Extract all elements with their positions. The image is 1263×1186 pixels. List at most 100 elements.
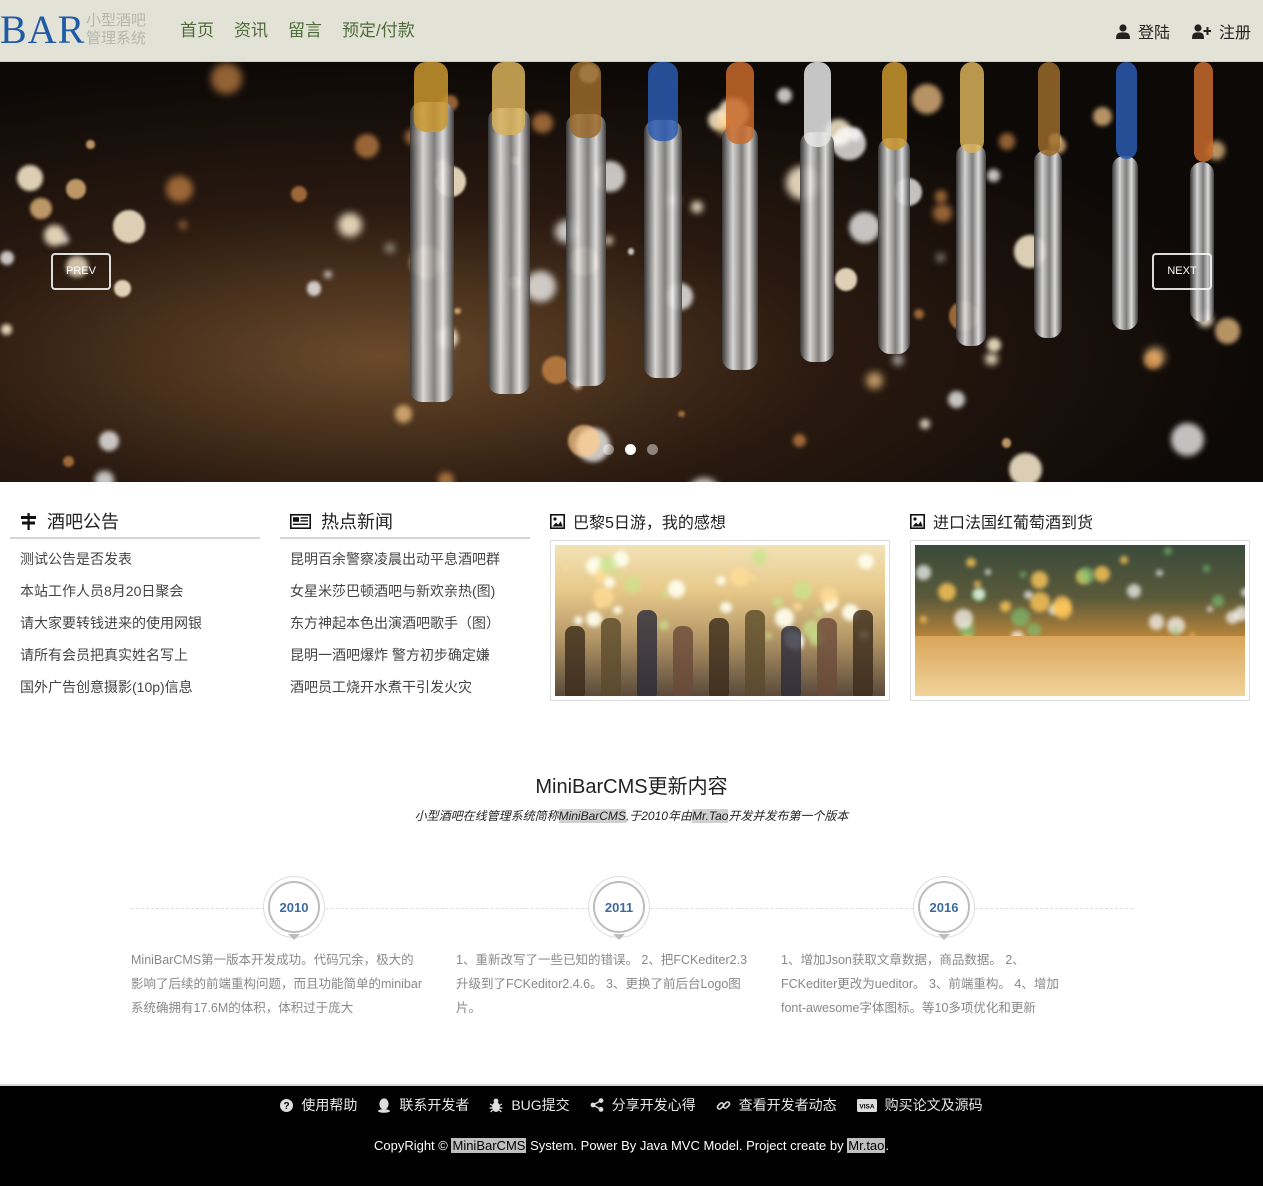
bokeh-light — [1156, 569, 1163, 577]
notice-item[interactable]: 国外广告创意摄影(10p)信息 — [20, 673, 260, 705]
bokeh-light — [1027, 622, 1042, 637]
bokeh-light — [1, 324, 12, 335]
news-item[interactable]: 酒吧员工烧开水煮干引发火灾 — [290, 673, 530, 705]
tap-handle — [570, 62, 601, 138]
bokeh-light — [998, 133, 1016, 151]
timeline-text: 1、重新改写了一些已知的错误。 2、把FCKediter2.3升级到了FCKed… — [456, 953, 748, 1015]
bokeh-light — [394, 405, 413, 423]
user-icon — [1115, 23, 1130, 39]
brand-logo[interactable]: BAR 小型酒吧 管理系统 — [0, 8, 160, 54]
feature-image — [915, 545, 1245, 696]
tap-handle — [882, 62, 907, 150]
nav-home[interactable]: 首页 — [170, 0, 224, 62]
bokeh-light — [688, 477, 721, 482]
year-badge: 2011 — [589, 877, 649, 940]
footer-help-link[interactable]: ? 使用帮助 — [280, 1095, 357, 1115]
bokeh-light — [749, 574, 757, 582]
tap-handle — [1194, 62, 1213, 162]
notice-item[interactable]: 本站工作人员8月20日聚会 — [20, 577, 260, 609]
beer-tap — [722, 126, 758, 370]
newspaper-icon — [290, 513, 311, 529]
nav-news[interactable]: 资讯 — [224, 0, 278, 62]
bottle — [601, 618, 621, 696]
bokeh-light — [953, 608, 974, 629]
login-link[interactable]: 登陆 — [1115, 19, 1170, 43]
news-panel: 热点新闻 昆明百余警察凌晨出动平息酒吧群 女星米莎巴顿酒吧与新欢亲热(图) 东方… — [280, 505, 530, 705]
footer-bug-link[interactable]: BUG提交 — [489, 1095, 570, 1115]
bokeh-light — [166, 175, 194, 203]
register-link[interactable]: 注册 — [1191, 19, 1251, 43]
picture-icon — [550, 513, 565, 529]
news-item[interactable]: 昆明百余警察凌晨出动平息酒吧群 — [290, 545, 530, 577]
bokeh-light — [974, 580, 982, 588]
bokeh-light — [1163, 547, 1172, 556]
bokeh-light — [1212, 594, 1225, 607]
updates-title: MiniBarCMS更新内容 — [535, 776, 728, 798]
year-label: 2010 — [268, 881, 320, 933]
bokeh-light — [720, 601, 732, 614]
bar-counter — [915, 636, 1245, 696]
bokeh-light — [815, 609, 824, 618]
feature-card[interactable]: 巴黎5日游，我的感想 — [550, 506, 890, 701]
carousel-prev-button[interactable]: PREV — [51, 253, 111, 290]
footer-activity-link[interactable]: 查看开发者动态 — [716, 1095, 837, 1115]
bokeh-light — [1094, 566, 1111, 582]
bokeh-light — [44, 225, 65, 246]
bokeh-light — [338, 212, 363, 237]
news-item[interactable]: 昆明一酒吧爆炸 警方初步确定嫌 — [290, 641, 530, 673]
beer-tap — [410, 102, 454, 402]
footer-purchase-link[interactable]: VISA 购买论文及源码 — [856, 1095, 983, 1115]
bokeh-light — [824, 605, 832, 613]
bokeh-light — [1206, 606, 1213, 613]
bokeh-light — [716, 575, 726, 585]
tap-handle — [726, 62, 754, 144]
bokeh-light — [985, 353, 998, 366]
year-badge: 2010 — [264, 877, 324, 940]
bottle — [565, 626, 585, 696]
footer-link-label: BUG提交 — [511, 1097, 570, 1113]
beer-tap — [1034, 150, 1062, 338]
tap-handle — [492, 62, 525, 135]
link-icon — [716, 1100, 731, 1110]
carousel-indicator[interactable] — [647, 444, 658, 455]
carousel-indicators — [603, 444, 669, 455]
bokeh-light — [986, 169, 1000, 183]
bokeh-light — [667, 579, 686, 598]
news-item[interactable]: 女星米莎巴顿酒吧与新欢亲热(图) — [290, 577, 530, 609]
carousel-indicator[interactable] — [603, 444, 614, 455]
bokeh-light — [834, 268, 858, 291]
bokeh-light — [774, 608, 794, 628]
timeline-text: 1、增加Json获取文章数据，商品数据。 2、FCKediter更改为uedit… — [781, 953, 1059, 1015]
bokeh-light — [933, 203, 952, 223]
bokeh-light — [586, 610, 603, 627]
carousel-indicator[interactable] — [625, 444, 636, 455]
bokeh-light — [848, 212, 880, 244]
footer: ? 使用帮助 联系开发者 BUG提交 分享开发心得 查看开发者动态 VISA 购… — [0, 1084, 1263, 1186]
register-label: 注册 — [1218, 25, 1251, 42]
bokeh-light — [966, 557, 977, 568]
bokeh-light — [1214, 317, 1241, 344]
brand-subtitle: 小型酒吧 管理系统 — [86, 12, 146, 48]
bokeh-light — [0, 251, 14, 266]
feature-image — [555, 545, 885, 696]
footer-link-label: 分享开发心得 — [611, 1097, 696, 1113]
footer-contact-link[interactable]: 联系开发者 — [377, 1095, 469, 1115]
notice-item[interactable]: 请大家要转钱进来的使用网银 — [20, 609, 260, 641]
nav-messages[interactable]: 留言 — [278, 0, 332, 62]
footer-share-link[interactable]: 分享开发心得 — [590, 1095, 696, 1115]
notice-panel: 酒吧公告 测试公告是否发表 本站工作人员8月20日聚会 请大家要转钱进来的使用网… — [10, 505, 260, 705]
feature-card[interactable]: 进口法国红葡萄酒到货 — [910, 506, 1250, 701]
news-item[interactable]: 东方神起本色出演酒吧歌手（图） — [290, 609, 530, 641]
bokeh-light — [920, 616, 927, 624]
footer-link-label: 查看开发者动态 — [738, 1097, 837, 1113]
login-label: 登陆 — [1137, 25, 1170, 42]
timeline-text: MiniBarCMS第一版本开发成功。代码冗余，极大的影响了后续的前端重构问题，… — [131, 953, 422, 1015]
notice-item[interactable]: 请所有会员把真实姓名写上 — [20, 641, 260, 673]
notice-item[interactable]: 测试公告是否发表 — [20, 545, 260, 577]
main-nav: 首页 资讯 留言 预定/付款 — [170, 0, 425, 62]
subtitle-text: ,于2010年由 — [625, 809, 692, 823]
carousel-next-button[interactable]: NEXT — [1152, 253, 1212, 290]
nav-booking[interactable]: 预定/付款 — [332, 0, 425, 62]
hero-carousel[interactable]: PREV NEXT — [0, 62, 1263, 482]
copyright: CopyRight © MiniBarCMS System. Power By … — [0, 1138, 1263, 1153]
